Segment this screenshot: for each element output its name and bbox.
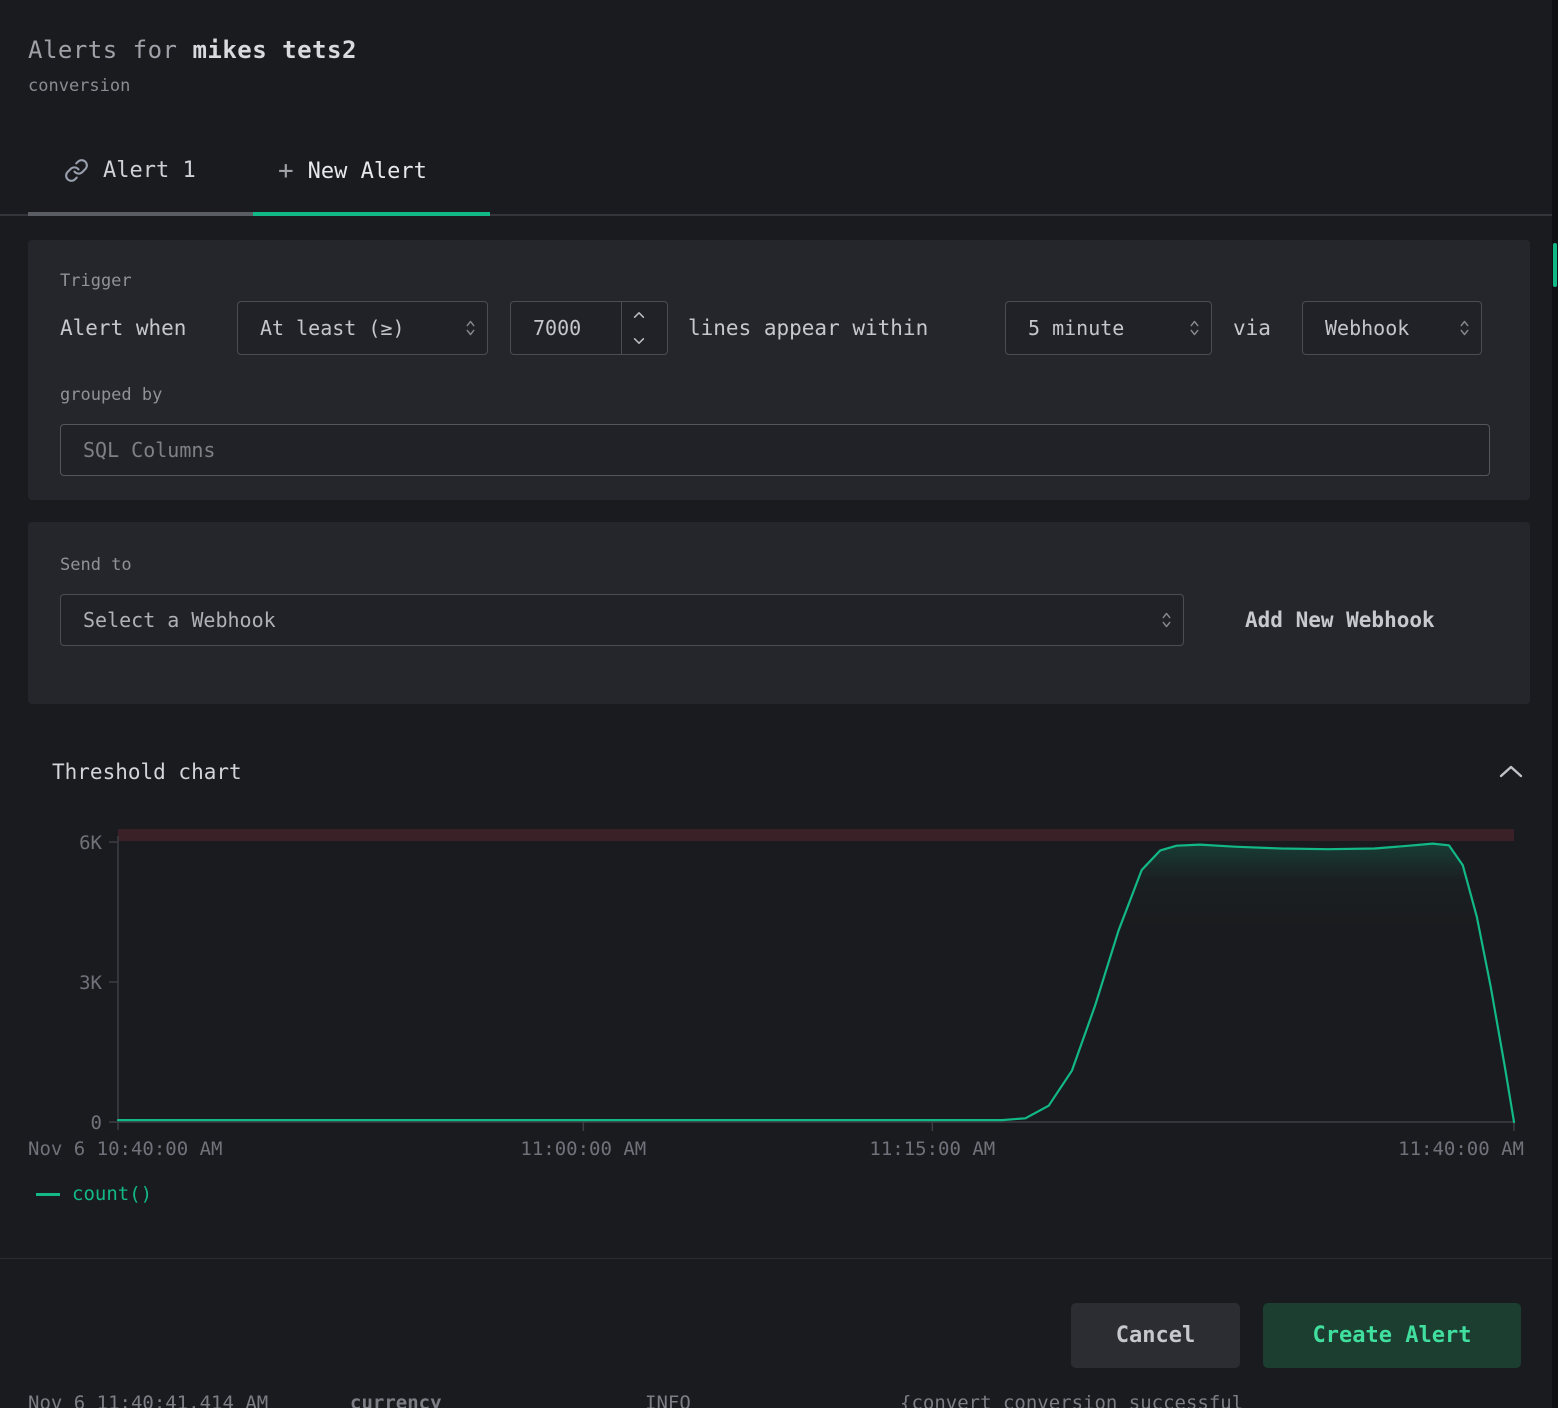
- send-to-label: Send to: [60, 555, 132, 575]
- link-icon: [64, 158, 89, 183]
- page-subtitle: conversion: [28, 76, 130, 96]
- tab-new-alert[interactable]: + New Alert: [278, 158, 427, 184]
- alert-tabs: Alert 1 + New Alert: [0, 150, 1558, 216]
- threshold-chart-title: Threshold chart: [52, 760, 242, 784]
- y-tick-label: 0: [91, 1112, 102, 1134]
- tab-label: Alert 1: [103, 158, 196, 183]
- page-title-name: mikes tets2: [192, 36, 356, 64]
- x-tick-label: 11:15:00 AM: [869, 1138, 995, 1160]
- number-spinner: [621, 302, 655, 354]
- scrollbar-thumb[interactable]: [1553, 243, 1557, 287]
- legend-series-label: count(): [72, 1183, 152, 1205]
- comparator-select[interactable]: At least (≥): [237, 301, 488, 355]
- legend-line-swatch: [36, 1193, 60, 1196]
- page-title-prefix: Alerts for: [28, 36, 192, 64]
- spinner-up-icon[interactable]: [622, 302, 655, 328]
- page-title: Alerts for mikes tets2: [28, 36, 357, 64]
- threshold-band: [118, 829, 1514, 841]
- chevron-up-icon: [1498, 764, 1524, 780]
- grouped-by-label: grouped by: [60, 385, 162, 405]
- log-service: currency: [350, 1392, 442, 1408]
- log-message: {convert conversion successful: [900, 1392, 1243, 1408]
- tab-indicator-active: [253, 212, 490, 216]
- footer-divider: [0, 1258, 1558, 1259]
- y-tick-label: 3K: [79, 972, 102, 994]
- background-log-row: Nov 6 11:40:41.414 AM currency INFO {con…: [0, 1392, 1558, 1408]
- threshold-number-input-group: [510, 301, 668, 355]
- spinner-down-icon[interactable]: [622, 328, 655, 354]
- tab-indicator-inactive: [28, 212, 253, 216]
- lines-appear-text: lines appear within: [688, 301, 928, 355]
- log-timestamp: Nov 6 11:40:41.414 AM: [28, 1392, 268, 1408]
- scrollbar-track: [1552, 0, 1558, 1408]
- tab-label: New Alert: [308, 159, 427, 184]
- webhook-select[interactable]: Select a Webhook: [60, 594, 1184, 646]
- x-tick-label: 11:00:00 AM: [520, 1138, 646, 1160]
- channel-select-value: Webhook: [1303, 316, 1447, 340]
- chevron-updown-icon: [1177, 317, 1211, 339]
- time-window-select-value: 5 minute: [1006, 316, 1177, 340]
- y-tick-label: 6K: [79, 832, 102, 854]
- chevron-updown-icon: [453, 317, 487, 339]
- threshold-chart: 0 3K 6K Nov 6 10:40:00 AM 11:00:00 AM 11:15:0…: [0, 818, 1540, 1170]
- x-tick-label: Nov 6 10:40:00 AM: [28, 1138, 222, 1160]
- alert-when-text: Alert when: [60, 301, 186, 355]
- alert-drawer: Alerts for mikes tets2 conversion Alert …: [0, 0, 1558, 1408]
- chevron-updown-icon: [1447, 317, 1481, 339]
- group-by-input[interactable]: [60, 424, 1490, 476]
- log-level: INFO: [645, 1392, 691, 1408]
- trigger-section-label: Trigger: [60, 271, 132, 291]
- collapse-section-button[interactable]: [1496, 760, 1526, 784]
- comparator-select-value: At least (≥): [238, 316, 453, 340]
- chevron-updown-icon: [1149, 609, 1183, 631]
- threshold-chart-svg: 0 3K 6K Nov 6 10:40:00 AM 11:00:00 AM 11:15:0…: [0, 818, 1540, 1170]
- plus-icon: +: [278, 158, 294, 184]
- threshold-input[interactable]: [511, 302, 621, 354]
- time-window-select[interactable]: 5 minute: [1005, 301, 1212, 355]
- x-tick-label: 11:40:00 AM: [1398, 1138, 1524, 1160]
- channel-select[interactable]: Webhook: [1302, 301, 1482, 355]
- add-new-webhook-button[interactable]: Add New Webhook: [1245, 594, 1435, 646]
- cancel-button[interactable]: Cancel: [1071, 1303, 1240, 1368]
- via-text: via: [1233, 301, 1271, 355]
- create-alert-button[interactable]: Create Alert: [1263, 1303, 1521, 1368]
- webhook-select-placeholder: Select a Webhook: [61, 608, 1149, 632]
- chart-legend: count(): [36, 1183, 152, 1205]
- tab-alert-1[interactable]: Alert 1: [64, 158, 196, 183]
- series-area: [118, 844, 1514, 1122]
